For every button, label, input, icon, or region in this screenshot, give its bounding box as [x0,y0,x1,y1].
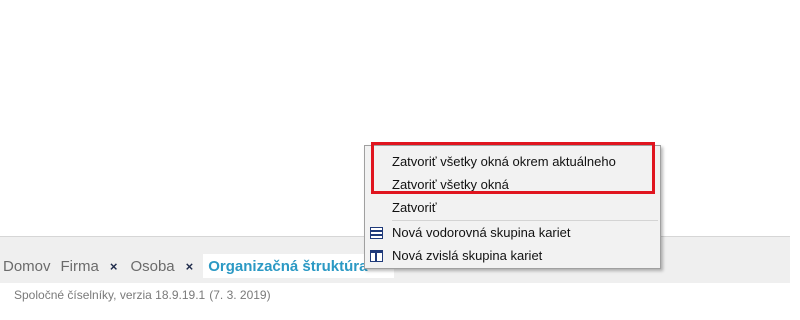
menu-item-close[interactable]: Zatvoriť [365,197,660,219]
close-tab-osoba-icon[interactable]: × [186,259,194,274]
menu-separator [392,220,658,221]
context-menu: Zatvoriť všetky okná okrem aktuálneho Za… [364,145,661,269]
tab-label: Osoba [130,257,175,275]
menu-item-close-all[interactable]: Zatvoriť všetky okná [365,174,660,196]
tab-osoba[interactable]: Osoba [127,255,177,277]
menu-item-label: Zatvoriť všetky okná okrem aktuálneho [392,154,616,169]
tab-firma[interactable]: Firma [58,255,102,277]
menu-item-label: Nová vodorovná skupina kariet [392,225,571,240]
status-bar: Spoločné číselníky, verzia 18.9.19.1 (7. … [14,288,271,302]
menu-item-new-horizontal-tab-group[interactable]: Nová vodorovná skupina kariet [365,222,660,244]
status-text: Spoločné číselníky, verzia 18.9.19.1 [14,288,206,302]
tab-label: Organizačná štruktúra [208,257,368,275]
menu-item-close-all-except-current[interactable]: Zatvoriť všetky okná okrem aktuálneho [365,151,660,173]
menu-item-label: Nová zvislá skupina kariet [392,248,543,263]
menu-item-label: Zatvoriť všetky okná [392,177,509,192]
vertical-tab-group-icon [370,250,383,262]
close-tab-firma-icon[interactable]: × [110,259,118,274]
page: Domov Firma × Osoba × Organizačná štrukt… [0,0,800,320]
tab-label: Domov [3,257,51,275]
status-date: (7. 3. 2019) [209,288,271,302]
tab-list: Domov Firma × Osoba × Organizačná štrukt… [0,254,395,278]
menu-item-label: Zatvoriť [392,200,437,215]
horizontal-tab-group-icon [370,227,383,239]
tab-label: Firma [60,257,99,275]
tab-domov[interactable]: Domov [0,255,54,277]
menu-item-new-vertical-tab-group[interactable]: Nová zvislá skupina kariet [365,245,660,267]
